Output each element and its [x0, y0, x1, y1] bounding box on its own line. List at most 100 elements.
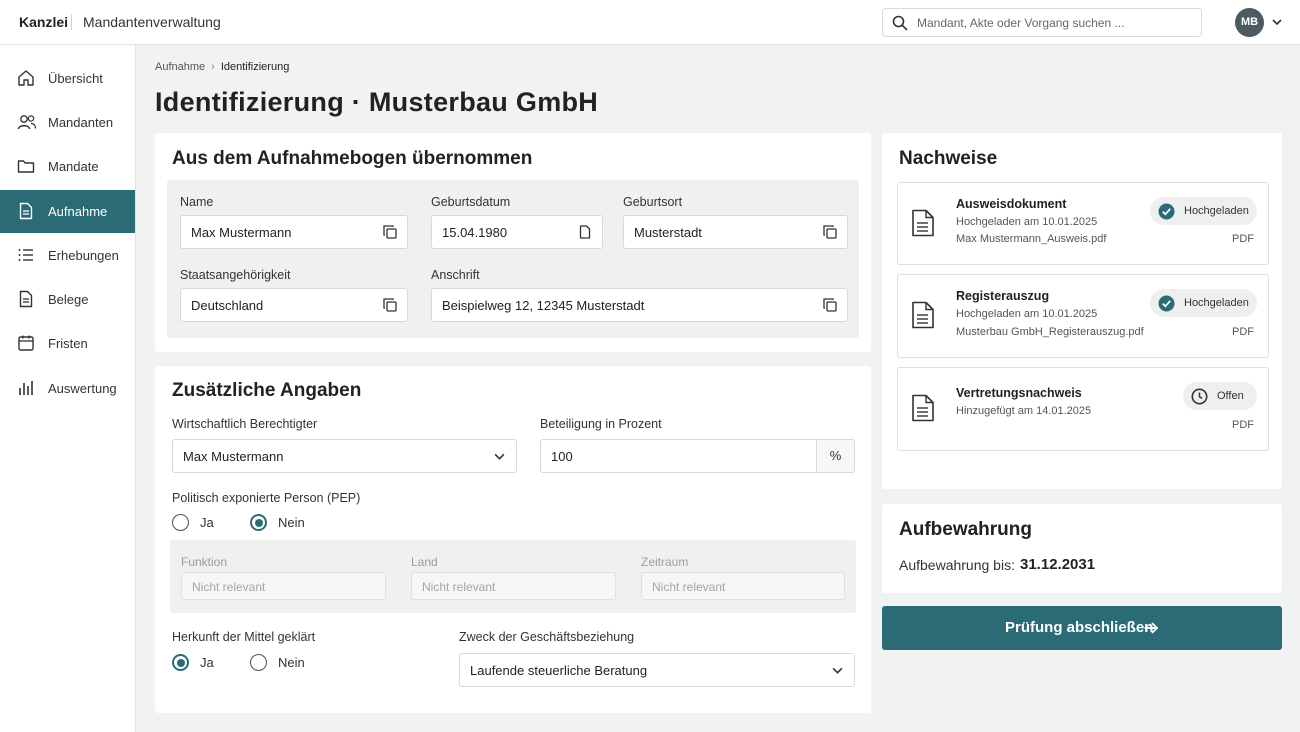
chevron-down-icon[interactable]	[1271, 16, 1283, 28]
document-filename[interactable]: Max Mustermann_Ausweis.pdf	[956, 233, 1106, 245]
sidebar-item-auswertung[interactable]: Auswertung	[0, 367, 135, 410]
chevron-down-icon	[831, 664, 844, 677]
copy-icon[interactable]	[383, 225, 397, 239]
sidebar-item-label: Aufnahme	[48, 204, 108, 219]
name-label: Name	[180, 195, 214, 209]
sidebar-item-fristen[interactable]: Fristen	[0, 322, 135, 365]
name-field: Max Mustermann	[180, 215, 408, 249]
status-label: Offen	[1217, 390, 1244, 402]
purpose-select[interactable]: Laufende steuerliche Beratung	[459, 653, 855, 687]
status-badge: Hochgeladen	[1150, 197, 1257, 225]
sidebar-item-mandate[interactable]: Mandate	[0, 145, 135, 188]
pep-yes-label: Ja	[200, 515, 214, 530]
breadcrumb-current: Identifizierung	[220, 61, 290, 73]
search-box[interactable]	[882, 8, 1202, 37]
additional-card: Zusätzliche Angaben Wirtschaftlich Berec…	[155, 366, 871, 713]
birthdate-label: Geburtsdatum	[431, 195, 511, 209]
document-icon	[911, 301, 935, 329]
avatar[interactable]: MB	[1235, 8, 1264, 37]
home-icon	[17, 69, 35, 87]
sidebar-item-uebersicht[interactable]: Übersicht	[0, 57, 135, 100]
receipt-icon	[17, 290, 35, 308]
calendar-icon	[17, 334, 35, 352]
status-label: Hochgeladen	[1184, 205, 1249, 217]
status-badge: Hochgeladen	[1150, 289, 1257, 317]
sidebar: Übersicht Mandanten Mandate Aufnahme Erh…	[0, 45, 136, 732]
address-value: Beispielweg 12, 12345 Musterstadt	[442, 298, 645, 313]
birthplace-field: Musterstadt	[623, 215, 848, 249]
sidebar-item-erhebungen[interactable]: Erhebungen	[0, 234, 135, 277]
document-type: PDF	[1232, 419, 1254, 431]
chevron-right-icon: ›	[211, 61, 215, 73]
status-label: Hochgeladen	[1184, 297, 1249, 309]
copy-icon[interactable]	[383, 298, 397, 312]
pep-function-field: Nicht relevant	[181, 572, 386, 600]
pep-period-value: Nicht relevant	[652, 580, 726, 594]
complete-review-label: Prüfung abschließen	[1005, 619, 1154, 636]
pep-no-radio[interactable]	[250, 514, 267, 531]
pep-function-label: Funktion	[181, 555, 228, 569]
sidebar-item-label: Fristen	[48, 336, 88, 351]
beneficial-owner-label: Wirtschaftlich Berechtigter	[172, 417, 318, 431]
sidebar-item-label: Übersicht	[48, 71, 103, 86]
purpose-label: Zweck der Geschäftsbeziehung	[459, 630, 635, 644]
address-field: Beispielweg 12, 12345 Musterstadt	[431, 288, 848, 322]
funds-no-label: Nein	[278, 655, 305, 670]
nationality-label: Staatsangehörigkeit	[180, 268, 291, 282]
sidebar-item-label: Belege	[48, 292, 89, 307]
copy-icon[interactable]	[823, 298, 837, 312]
birthplace-value: Musterstadt	[634, 225, 702, 240]
document-icon	[911, 394, 935, 422]
funds-label: Herkunft der Mittel geklärt	[172, 630, 316, 644]
funds-yes-radio[interactable]	[172, 654, 189, 671]
brand-name[interactable]: Kanzlei	[19, 14, 68, 30]
beneficial-owner-value: Max Mustermann	[183, 449, 284, 464]
search-input[interactable]	[917, 14, 1187, 32]
document-upload-date: Hochgeladen am 10.01.2025	[956, 216, 1098, 228]
pep-yes-radio[interactable]	[172, 514, 189, 531]
app-title: Mandantenverwaltung	[83, 14, 221, 30]
document-type: PDF	[1232, 233, 1254, 245]
additional-card-title: Zusätzliche Angaben	[172, 380, 362, 401]
complete-review-button[interactable]: Prüfung abschließen	[882, 606, 1282, 650]
intake-card: Aus dem Aufnahmebogen übernommen Name Ma…	[155, 133, 871, 352]
pep-details-panel: Funktion Nicht relevant Land Nicht relev…	[170, 540, 856, 613]
document-added-date: Hinzugefügt am 14.01.2025	[956, 405, 1092, 417]
document-item[interactable]: Registerauszug Hochgeladen am 10.01.2025…	[897, 274, 1269, 358]
sidebar-item-aufnahme[interactable]: Aufnahme	[0, 190, 135, 233]
birthdate-value: 15.04.1980	[442, 225, 508, 240]
document-item[interactable]: Ausweisdokument Hochgeladen am 10.01.202…	[897, 182, 1269, 265]
check-circle-icon	[1158, 203, 1175, 220]
document-title: Registerauszug	[956, 289, 1050, 303]
evidence-card-title: Nachweise	[899, 148, 998, 169]
purpose-value: Laufende steuerliche Beratung	[470, 663, 648, 678]
copy-icon[interactable]	[823, 225, 837, 239]
document-filename[interactable]: Musterbau GmbH_Registerauszug.pdf	[956, 326, 1144, 338]
funds-no-radio[interactable]	[250, 654, 267, 671]
birthdate-field: 15.04.1980	[431, 215, 603, 249]
retention-card: Aufbewahrung Aufbewahrung bis: 31.12.203…	[882, 504, 1282, 593]
address-label: Anschrift	[431, 268, 480, 282]
sidebar-item-label: Erhebungen	[48, 248, 119, 263]
share-input[interactable]: 100 %	[540, 439, 855, 473]
share-label: Beteiligung in Prozent	[540, 417, 662, 431]
intake-fields-panel: Name Max Mustermann Geburtsdatum 15.04.1…	[167, 180, 859, 338]
status-badge: Offen	[1183, 382, 1257, 410]
list-icon	[17, 246, 35, 264]
document-item[interactable]: Vertretungsnachweis Hinzugefügt am 14.01…	[897, 367, 1269, 451]
retention-card-title: Aufbewahrung	[899, 519, 1032, 540]
sidebar-item-mandanten[interactable]: Mandanten	[0, 101, 135, 144]
nationality-value: Deutschland	[191, 298, 264, 313]
beneficial-owner-select[interactable]: Max Mustermann	[172, 439, 517, 473]
document-upload-date: Hochgeladen am 10.01.2025	[956, 308, 1098, 320]
breadcrumb-parent[interactable]: Aufnahme	[155, 61, 205, 73]
document-icon	[17, 202, 35, 220]
document-title: Ausweisdokument	[956, 197, 1067, 211]
bar-chart-icon	[17, 379, 35, 397]
sidebar-item-belege[interactable]: Belege	[0, 278, 135, 321]
birthplace-label: Geburtsort	[623, 195, 683, 209]
pep-no-label: Nein	[278, 515, 305, 530]
folder-icon	[17, 157, 35, 175]
name-value: Max Mustermann	[191, 225, 292, 240]
copy-icon[interactable]	[578, 225, 592, 239]
